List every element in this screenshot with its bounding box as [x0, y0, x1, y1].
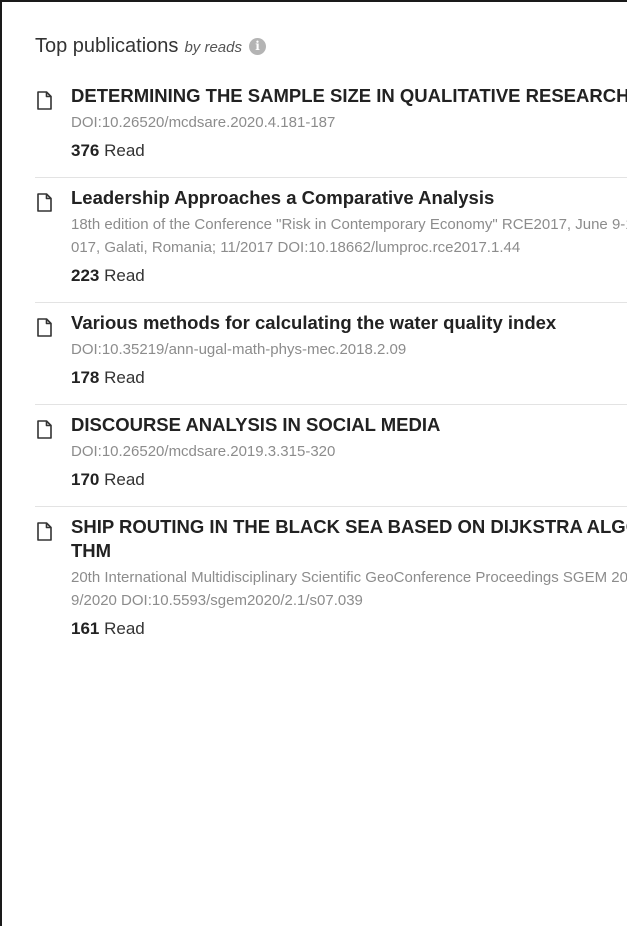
- reads-count: 161: [71, 619, 100, 638]
- publication-item: DISCOURSE ANALYSIS IN SOCIAL MEDIA DOI:1…: [35, 405, 627, 507]
- publication-item: DETERMINING THE SAMPLE SIZE IN QUALITATI…: [35, 76, 627, 178]
- publication-item: SHIP ROUTING IN THE BLACK SEA BASED ON D…: [35, 507, 627, 655]
- reads-label: Read: [104, 141, 145, 160]
- publication-title[interactable]: Various methods for calculating the wate…: [71, 311, 627, 335]
- panel-title: Top publications: [35, 34, 179, 57]
- publication-reads: 170 Read: [71, 468, 627, 492]
- document-icon: [37, 522, 52, 541]
- publication-reads: 223 Read: [71, 264, 627, 288]
- document-icon: [37, 91, 52, 110]
- top-publications-panel: Top publications by reads i DETERMINING …: [0, 0, 627, 926]
- reads-count: 178: [71, 368, 100, 387]
- reads-count: 376: [71, 141, 100, 160]
- reads-count: 170: [71, 470, 100, 489]
- publication-meta: 18th edition of the Conference "Risk in …: [71, 216, 627, 256]
- document-icon: [37, 420, 52, 439]
- publication-title[interactable]: DETERMINING THE SAMPLE SIZE IN QUALITATI…: [71, 84, 627, 108]
- panel-header: Top publications by reads i: [35, 24, 625, 68]
- reads-label: Read: [104, 368, 145, 387]
- publication-title[interactable]: DISCOURSE ANALYSIS IN SOCIAL MEDIA: [71, 413, 627, 437]
- reads-label: Read: [104, 470, 145, 489]
- reads-count: 223: [71, 266, 100, 285]
- publication-list: DETERMINING THE SAMPLE SIZE IN QUALITATI…: [35, 76, 627, 655]
- info-icon[interactable]: i: [248, 38, 266, 55]
- publication-item: Leadership Approaches a Comparative Anal…: [35, 178, 627, 303]
- panel-subtitle: by reads: [184, 39, 242, 56]
- publication-meta: 20th International Multidisciplinary Sci…: [71, 569, 627, 609]
- reads-label: Read: [104, 266, 145, 285]
- document-icon: [37, 193, 52, 212]
- publication-meta: DOI:10.26520/mcdsare.2019.3.315-320: [71, 443, 336, 460]
- publication-reads: 161 Read: [71, 617, 627, 641]
- publication-item: Various methods for calculating the wate…: [35, 303, 627, 405]
- publication-reads: 178 Read: [71, 366, 627, 390]
- reads-label: Read: [104, 619, 145, 638]
- document-icon: [37, 318, 52, 337]
- publication-meta: DOI:10.26520/mcdsare.2020.4.181-187: [71, 114, 336, 131]
- publication-meta: DOI:10.35219/ann-ugal-math-phys-mec.2018…: [71, 341, 407, 358]
- publication-title[interactable]: Leadership Approaches a Comparative Anal…: [71, 186, 627, 210]
- publication-reads: 376 Read: [71, 139, 627, 163]
- publication-title[interactable]: SHIP ROUTING IN THE BLACK SEA BASED ON D…: [71, 515, 627, 563]
